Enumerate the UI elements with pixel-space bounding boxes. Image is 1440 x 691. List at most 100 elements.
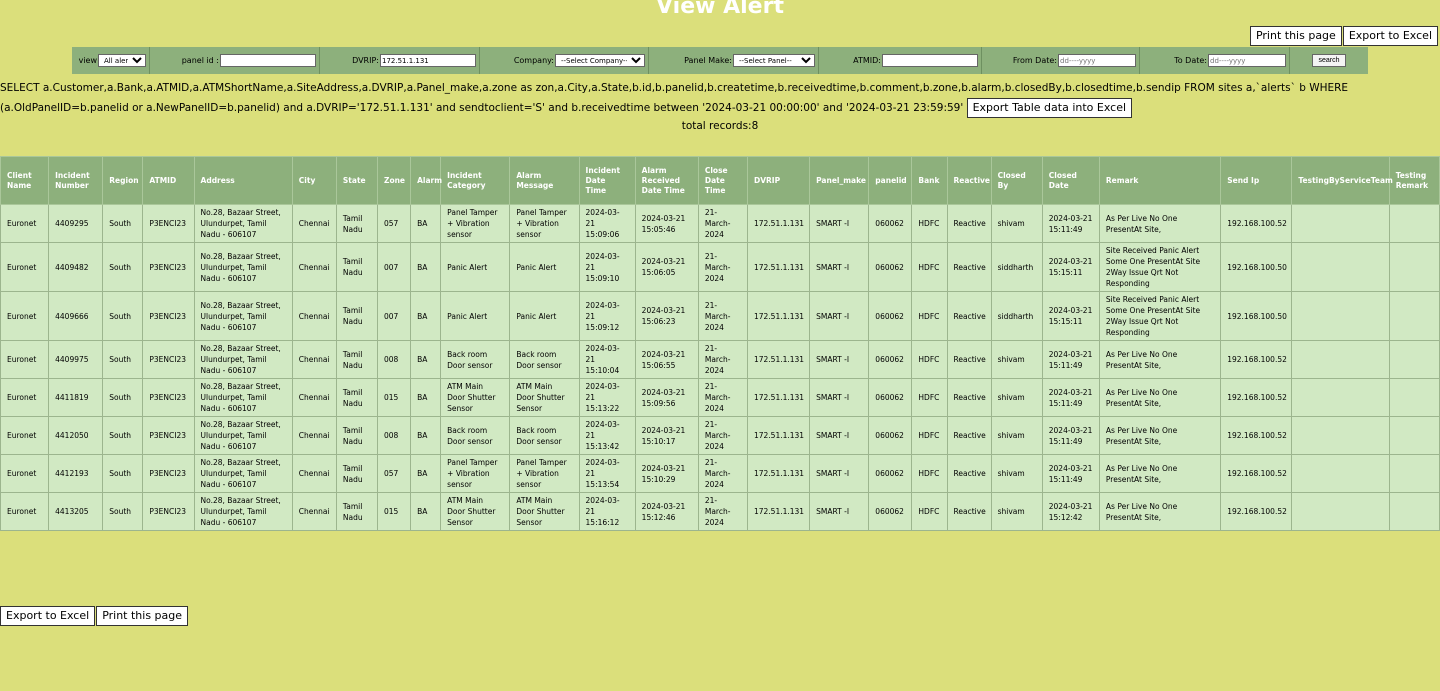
bottom-print-page-button[interactable]: Print this page: [96, 606, 189, 626]
table-cell: [1388, 204, 1440, 243]
dvrip-filter: DVRIP:: [320, 47, 480, 74]
table-cell: 2024-03-21 15:09:10: [578, 242, 636, 292]
table-cell: 2024-03-21 15:06:23: [634, 291, 699, 341]
table-cell: Panel Tamper + Vibration sensor: [440, 204, 511, 243]
table-cell: ATM Main Door Shutter Sensor: [440, 378, 511, 417]
table-cell: 192.168.100.52: [1220, 204, 1293, 243]
table-cell: 2024-03-21 15:13:22: [578, 378, 636, 417]
table-cell: Euronet: [0, 340, 50, 379]
bottom-actions: Export to Excel Print this page: [0, 606, 189, 626]
to-date-input[interactable]: [1208, 54, 1286, 67]
table-cell: Site Received Panic Alert Some One Prese…: [1098, 291, 1222, 341]
table-cell: 2024-03-21 15:12:46: [634, 492, 699, 531]
table-cell: 060062: [868, 242, 913, 292]
table-cell: 2024-03-21 15:10:17: [634, 416, 699, 455]
column-header: DVRIP: [746, 156, 811, 205]
table-cell: 192.168.100.52: [1220, 454, 1293, 493]
table-cell: 2024-03-21 15:13:54: [578, 454, 636, 493]
table-cell: Panel Tamper + Vibration sensor: [509, 454, 580, 493]
search-cell: search: [1290, 47, 1368, 74]
table-cell: HDFC: [911, 340, 948, 379]
table-cell: 21-March-2024: [697, 242, 748, 292]
search-button[interactable]: search: [1312, 54, 1346, 67]
column-header: Closed Date: [1041, 156, 1100, 205]
table-cell: Back room Door sensor: [509, 340, 580, 379]
to-date-filter: To Date:: [1140, 47, 1290, 74]
print-page-button[interactable]: Print this page: [1249, 26, 1342, 46]
table-cell: Chennai: [291, 492, 337, 531]
table-cell: Tamil Nadu: [335, 454, 379, 493]
table-cell: 2024-03-21 15:12:42: [1041, 492, 1100, 531]
table-cell: Tamil Nadu: [335, 378, 379, 417]
company-select[interactable]: --Select Company--: [555, 54, 645, 67]
column-header: Incident Number: [48, 156, 104, 205]
table-cell: [1388, 242, 1440, 292]
table-cell: 192.168.100.52: [1220, 492, 1293, 531]
from-date-input[interactable]: [1058, 54, 1136, 67]
panel-id-label: panel id :: [181, 56, 219, 65]
table-cell: Euronet: [0, 454, 50, 493]
table-cell: Chennai: [291, 378, 337, 417]
table-cell: 2024-03-21 15:10:29: [634, 454, 699, 493]
table-cell: BA: [410, 204, 442, 243]
bottom-export-excel-button[interactable]: Export to Excel: [0, 606, 96, 626]
table-cell: HDFC: [911, 204, 948, 243]
column-header: Incident Date Time: [578, 156, 636, 205]
table-cell: No.28, Bazaar Street, Ulundurpet, Tamil …: [193, 416, 293, 455]
table-cell: No.28, Bazaar Street, Ulundurpet, Tamil …: [193, 204, 293, 243]
table-cell: Chennai: [291, 242, 337, 292]
table-cell: BA: [410, 291, 442, 341]
atmid-label: ATMID:: [853, 56, 881, 65]
table-cell: Chennai: [291, 204, 337, 243]
column-header: Client Name: [0, 156, 50, 205]
table-cell: Chennai: [291, 454, 337, 493]
table-cell: shivam: [990, 378, 1043, 417]
column-header: State: [335, 156, 379, 205]
sql-query: SELECT a.Customer,a.Bank,a.ATMID,a.ATMSh…: [0, 78, 1430, 118]
table-cell: No.28, Bazaar Street, Ulundurpet, Tamil …: [193, 454, 293, 493]
column-header: Bank: [911, 156, 948, 205]
table-cell: 057: [376, 204, 412, 243]
table-cell: HDFC: [911, 454, 948, 493]
column-header: ATMID: [142, 156, 195, 205]
dvrip-input[interactable]: [380, 54, 476, 67]
table-cell: South: [102, 340, 144, 379]
table-cell: 21-March-2024: [697, 454, 748, 493]
column-header: Testing Remark: [1388, 156, 1440, 205]
column-header: Panel_make: [809, 156, 870, 205]
table-cell: 172.51.1.131: [746, 454, 811, 493]
table-cell: P3ENCI23: [142, 416, 195, 455]
panel-make-select[interactable]: --Select Panel--: [733, 54, 815, 67]
panel-id-input[interactable]: [220, 54, 316, 67]
table-cell: [1291, 454, 1390, 493]
export-excel-button[interactable]: Export to Excel: [1342, 26, 1438, 46]
atmid-input[interactable]: [882, 54, 978, 67]
table-cell: Panel Tamper + Vibration sensor: [440, 454, 511, 493]
table-cell: 4409295: [48, 204, 104, 243]
table-cell: 060062: [868, 454, 913, 493]
table-cell: 172.51.1.131: [746, 492, 811, 531]
table-cell: Reactive: [946, 291, 992, 341]
table-cell: 172.51.1.131: [746, 242, 811, 292]
table-cell: Euronet: [0, 416, 50, 455]
table-cell: Euronet: [0, 492, 50, 531]
table-cell: 2024-03-21 15:13:42: [578, 416, 636, 455]
filter-bar: view All alert panel id : DVRIP: Company…: [72, 47, 1368, 74]
table-cell: BA: [410, 378, 442, 417]
table-cell: 015: [376, 378, 412, 417]
view-select[interactable]: All alert: [98, 54, 146, 67]
table-cell: 2024-03-21 15:10:04: [578, 340, 636, 379]
table-cell: Panic Alert: [509, 291, 580, 341]
table-cell: 2024-03-21 15:11:49: [1041, 204, 1100, 243]
export-table-button[interactable]: Export Table data into Excel: [966, 98, 1133, 118]
table-cell: 060062: [868, 492, 913, 531]
table-cell: [1291, 416, 1390, 455]
table-cell: shivam: [990, 204, 1043, 243]
table-cell: No.28, Bazaar Street, Ulundurpet, Tamil …: [193, 378, 293, 417]
column-header: Close Date Time: [697, 156, 748, 205]
table-cell: shivam: [990, 492, 1043, 531]
column-header: Reactive: [946, 156, 992, 205]
table-cell: Euronet: [0, 204, 50, 243]
table-cell: 060062: [868, 416, 913, 455]
table-cell: SMART -I: [809, 416, 870, 455]
